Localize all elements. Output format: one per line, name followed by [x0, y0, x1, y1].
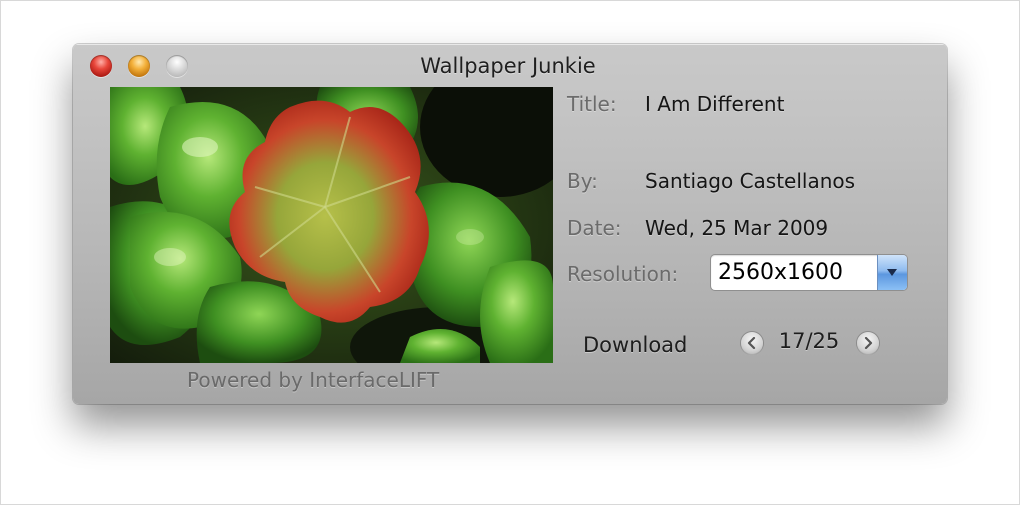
title-bar[interactable]: Wallpaper Junkie: [73, 44, 947, 86]
resolution-select[interactable]: 2560x1600: [711, 255, 907, 290]
author-value: Santiago Castellanos: [645, 169, 856, 193]
app-window: Wallpaper Junkie Powered by InterfaceLIF…: [73, 44, 947, 404]
minimize-button[interactable]: [128, 55, 150, 77]
resolution-dropdown-button[interactable]: [877, 255, 907, 290]
author-label: By:: [567, 169, 598, 193]
title-label: Title:: [567, 92, 617, 116]
powered-by-label: Powered by InterfaceLIFT: [187, 368, 440, 392]
date-value: Wed, 25 Mar 2009: [645, 216, 829, 240]
window-title: Wallpaper Junkie: [420, 54, 596, 78]
next-wallpaper-button[interactable]: [857, 332, 879, 354]
close-button[interactable]: [90, 55, 112, 77]
title-value: I Am Different: [645, 92, 785, 116]
chevron-down-icon: [887, 269, 897, 276]
wallpaper-thumbnail-image: [110, 87, 553, 363]
resolution-label: Resolution:: [567, 262, 679, 286]
download-button[interactable]: Download: [571, 328, 699, 362]
chevron-right-icon: [864, 337, 873, 349]
page-indicator: 17/25: [778, 329, 840, 353]
chevron-left-icon: [747, 337, 756, 349]
previous-wallpaper-button[interactable]: [741, 332, 763, 354]
zoom-button[interactable]: [166, 55, 188, 77]
wallpaper-preview[interactable]: [110, 87, 553, 363]
date-label: Date:: [567, 216, 622, 240]
resolution-select-value: 2560x1600: [718, 260, 843, 285]
